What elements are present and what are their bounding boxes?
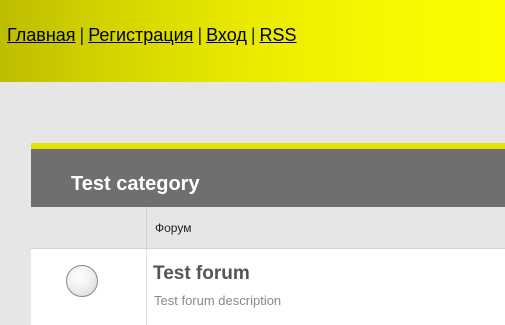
top-navigation: Главная | Регистрация | Вход | RSS xyxy=(7,25,297,46)
category-header: Test category xyxy=(31,143,505,207)
forum-status-cell xyxy=(31,249,147,325)
nav-separator: | xyxy=(197,25,203,45)
nav-link-rss[interactable]: RSS xyxy=(260,25,297,45)
nav-separator: | xyxy=(250,25,256,45)
forum-row: Test forum Test forum description xyxy=(31,249,505,325)
forum-status-circle-icon xyxy=(66,265,98,297)
nav-separator: | xyxy=(79,25,85,45)
category-title: Test category xyxy=(71,173,200,195)
nav-link-register[interactable]: Регистрация xyxy=(88,25,193,45)
nav-link-home[interactable]: Главная xyxy=(7,25,76,45)
forum-category-block: Test category Форум Test forum Test foru… xyxy=(31,143,505,325)
site-header: Главная | Регистрация | Вход | RSS xyxy=(0,0,505,82)
forum-column-label: Форум xyxy=(155,221,192,235)
forum-title-link[interactable]: Test forum xyxy=(153,263,250,285)
status-column-header xyxy=(31,207,147,248)
forum-column-header: Форум xyxy=(31,207,505,249)
nav-link-login[interactable]: Вход xyxy=(206,25,247,45)
forum-description: Test forum description xyxy=(154,293,282,308)
